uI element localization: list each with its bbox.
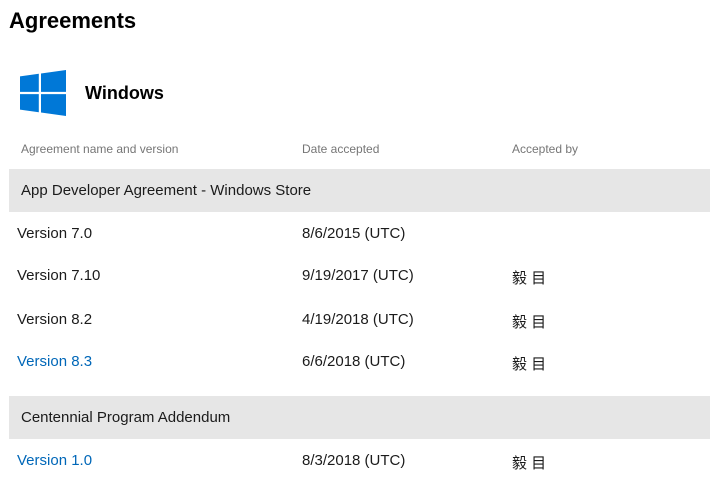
date-accepted: 4/19/2018 (UTC) [302, 311, 414, 328]
version-label: Version 7.0 [17, 225, 93, 242]
table-row: Version 1.0 8/3/2018 (UTC) 毅 目 [0, 446, 717, 476]
column-header-name: Agreement name and version [21, 142, 179, 156]
column-header-accepted-by: Accepted by [512, 142, 579, 156]
accepted-by: 毅 目 [512, 356, 547, 373]
windows-logo-icon [20, 70, 66, 116]
date-accepted: 8/6/2015 (UTC) [302, 225, 406, 242]
accepted-by: 毅 目 [512, 314, 547, 331]
table-row: Version 7.10 9/19/2017 (UTC) 毅 目 [0, 261, 717, 291]
column-header-date: Date accepted [302, 142, 380, 156]
section-header: App Developer Agreement - Windows Store [9, 169, 710, 212]
version-link[interactable]: Version 8.3 [17, 353, 92, 370]
page-title: Agreements [9, 8, 137, 33]
version-link[interactable]: Version 1.0 [17, 452, 92, 469]
table-row: Version 7.0 8/6/2015 (UTC) [0, 219, 717, 249]
table-row: Version 8.2 4/19/2018 (UTC) 毅 目 [0, 305, 717, 335]
version-label: Version 8.2 [17, 311, 93, 328]
date-accepted: 6/6/2018 (UTC) [302, 353, 406, 370]
product-header: Windows [20, 70, 164, 116]
section-header: Centennial Program Addendum [9, 396, 710, 439]
column-headers: Agreement name and version Date accepted… [0, 140, 717, 158]
date-accepted: 9/19/2017 (UTC) [302, 267, 414, 284]
accepted-by: 毅 目 [512, 455, 547, 472]
version-label: Version 7.10 [17, 267, 101, 284]
table-row: Version 8.3 6/6/2018 (UTC) 毅 目 [0, 347, 717, 377]
product-name: Windows [85, 82, 164, 103]
accepted-by: 毅 目 [512, 270, 547, 287]
date-accepted: 8/3/2018 (UTC) [302, 452, 406, 469]
